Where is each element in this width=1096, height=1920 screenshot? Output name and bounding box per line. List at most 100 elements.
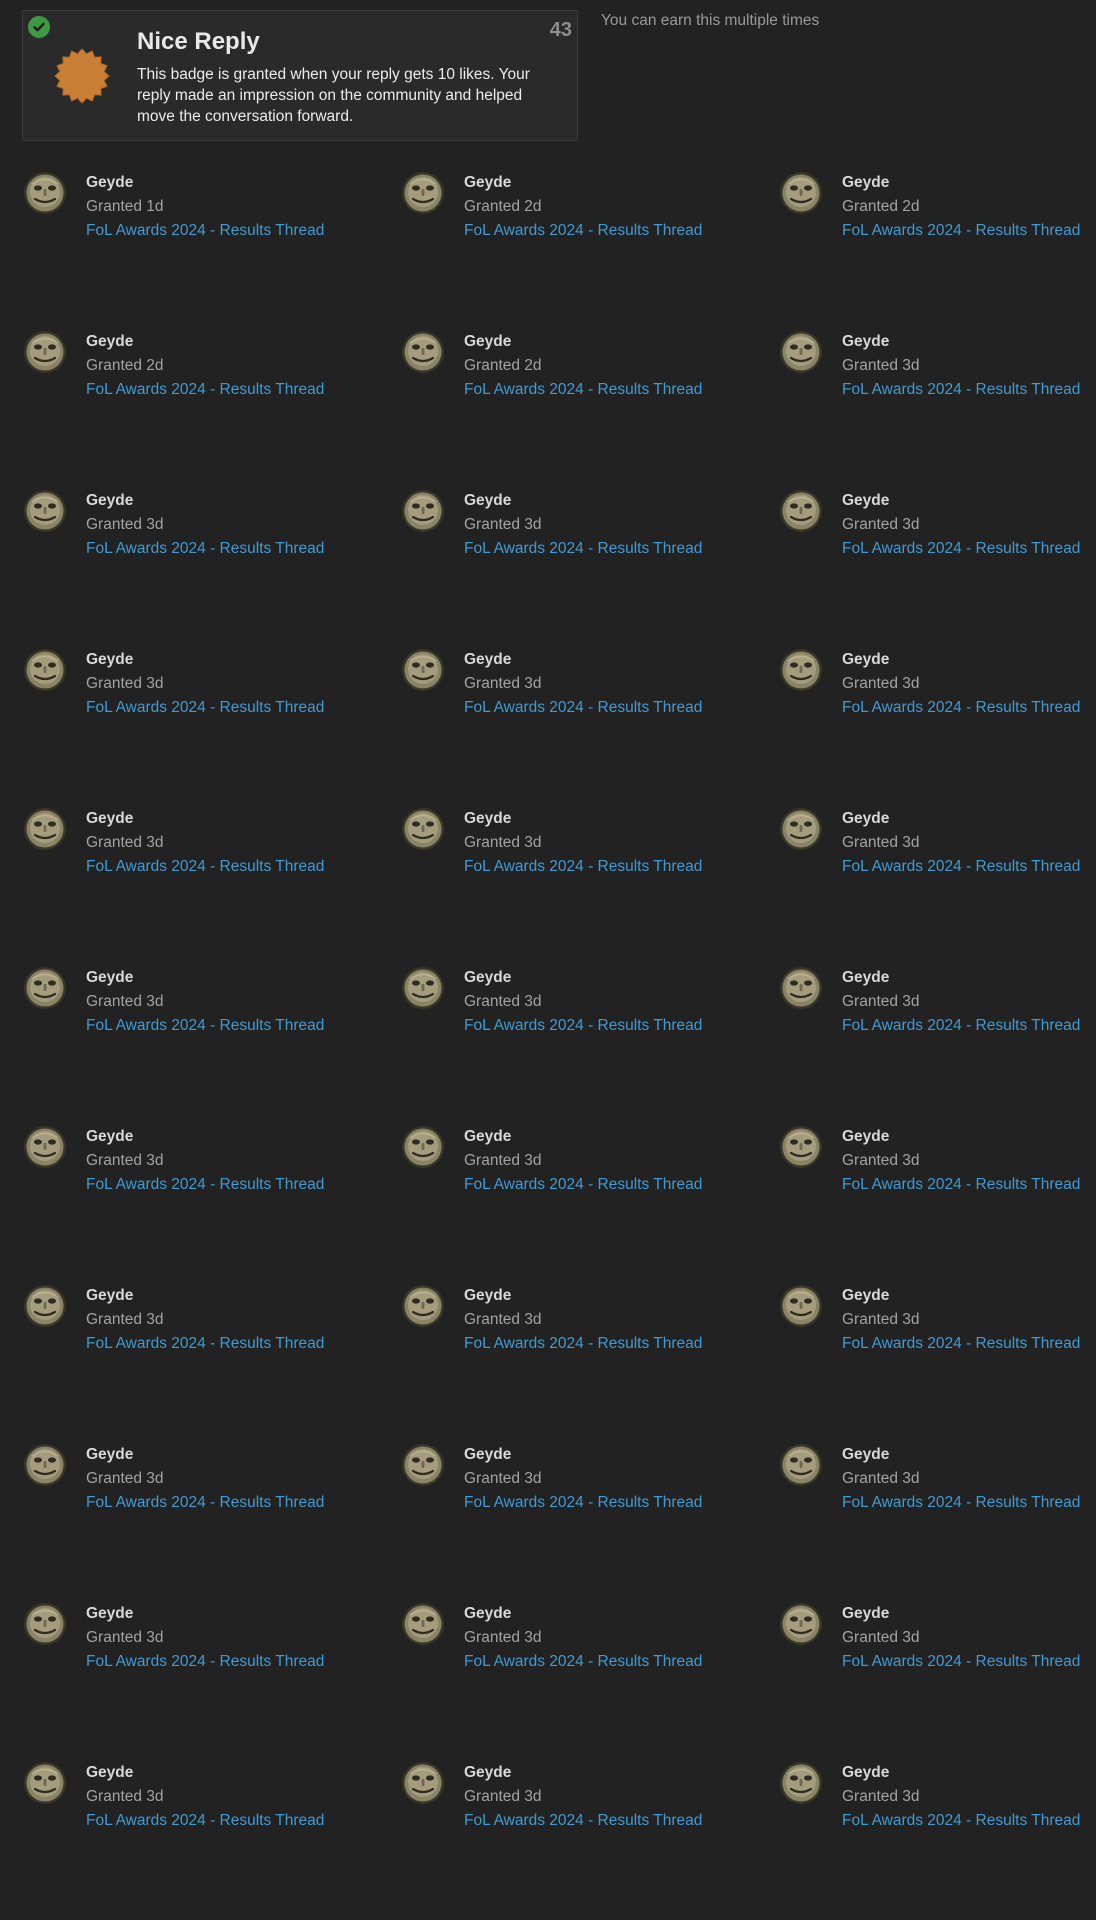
username[interactable]: Geyde [86,966,324,990]
username[interactable]: Geyde [842,1602,1080,1626]
topic-link[interactable]: FoL Awards 2024 - Results Thread [86,1332,324,1356]
avatar[interactable] [24,1126,66,1168]
username[interactable]: Geyde [842,1443,1080,1467]
avatar[interactable] [780,1762,822,1804]
avatar[interactable] [780,1126,822,1168]
username[interactable]: Geyde [842,807,1080,831]
username[interactable]: Geyde [464,171,702,195]
username[interactable]: Geyde [464,807,702,831]
topic-link[interactable]: FoL Awards 2024 - Results Thread [464,1650,702,1674]
topic-link[interactable]: FoL Awards 2024 - Results Thread [464,1809,702,1833]
topic-link[interactable]: FoL Awards 2024 - Results Thread [842,537,1080,561]
avatar[interactable] [24,1762,66,1804]
username[interactable]: Geyde [464,330,702,354]
avatar[interactable] [24,490,66,532]
topic-link[interactable]: FoL Awards 2024 - Results Thread [842,855,1080,879]
username[interactable]: Geyde [842,330,1080,354]
topic-link[interactable]: FoL Awards 2024 - Results Thread [86,696,324,720]
username[interactable]: Geyde [86,807,324,831]
username[interactable]: Geyde [86,1602,324,1626]
topic-link[interactable]: FoL Awards 2024 - Results Thread [86,219,324,243]
avatar[interactable] [780,808,822,850]
username[interactable]: Geyde [464,1761,702,1785]
username[interactable]: Geyde [842,1284,1080,1308]
username[interactable]: Geyde [842,1125,1080,1149]
avatar[interactable] [24,1285,66,1327]
avatar[interactable] [780,490,822,532]
avatar[interactable] [402,649,444,691]
avatar[interactable] [780,1444,822,1486]
username[interactable]: Geyde [86,1443,324,1467]
topic-link[interactable]: FoL Awards 2024 - Results Thread [86,1809,324,1833]
avatar[interactable] [24,1603,66,1645]
avatar[interactable] [780,1603,822,1645]
avatar[interactable] [24,331,66,373]
topic-link[interactable]: FoL Awards 2024 - Results Thread [86,1173,324,1197]
avatar[interactable] [24,1444,66,1486]
topic-link[interactable]: FoL Awards 2024 - Results Thread [464,378,702,402]
username[interactable]: Geyde [464,1443,702,1467]
topic-link[interactable]: FoL Awards 2024 - Results Thread [464,1491,702,1515]
avatar[interactable] [402,490,444,532]
username[interactable]: Geyde [842,171,1080,195]
avatar[interactable] [24,172,66,214]
topic-link[interactable]: FoL Awards 2024 - Results Thread [464,219,702,243]
topic-link[interactable]: FoL Awards 2024 - Results Thread [86,1491,324,1515]
username[interactable]: Geyde [86,1284,324,1308]
avatar[interactable] [402,1285,444,1327]
topic-link[interactable]: FoL Awards 2024 - Results Thread [842,1014,1080,1038]
username[interactable]: Geyde [842,966,1080,990]
topic-link[interactable]: FoL Awards 2024 - Results Thread [842,1809,1080,1833]
topic-link[interactable]: FoL Awards 2024 - Results Thread [86,1014,324,1038]
username[interactable]: Geyde [842,489,1080,513]
avatar[interactable] [402,331,444,373]
username[interactable]: Geyde [842,648,1080,672]
topic-link[interactable]: FoL Awards 2024 - Results Thread [464,696,702,720]
avatar[interactable] [402,967,444,1009]
avatar[interactable] [780,1285,822,1327]
topic-link[interactable]: FoL Awards 2024 - Results Thread [464,1332,702,1356]
topic-link[interactable]: FoL Awards 2024 - Results Thread [842,1173,1080,1197]
username[interactable]: Geyde [464,1125,702,1149]
username[interactable]: Geyde [86,648,324,672]
username[interactable]: Geyde [464,966,702,990]
topic-link[interactable]: FoL Awards 2024 - Results Thread [464,1014,702,1038]
username[interactable]: Geyde [842,1761,1080,1785]
avatar[interactable] [402,1126,444,1168]
avatar[interactable] [780,649,822,691]
username[interactable]: Geyde [86,171,324,195]
username[interactable]: Geyde [86,489,324,513]
topic-link[interactable]: FoL Awards 2024 - Results Thread [842,1650,1080,1674]
username[interactable]: Geyde [86,1125,324,1149]
topic-link[interactable]: FoL Awards 2024 - Results Thread [464,1173,702,1197]
username[interactable]: Geyde [464,1602,702,1626]
topic-link[interactable]: FoL Awards 2024 - Results Thread [86,1650,324,1674]
topic-link[interactable]: FoL Awards 2024 - Results Thread [842,696,1080,720]
topic-link[interactable]: FoL Awards 2024 - Results Thread [842,1332,1080,1356]
badge-title[interactable]: Nice Reply [137,28,260,56]
topic-link[interactable]: FoL Awards 2024 - Results Thread [86,855,324,879]
topic-link[interactable]: FoL Awards 2024 - Results Thread [464,537,702,561]
avatar[interactable] [402,808,444,850]
username[interactable]: Geyde [86,330,324,354]
avatar[interactable] [780,172,822,214]
avatar[interactable] [24,967,66,1009]
avatar[interactable] [780,967,822,1009]
topic-link[interactable]: FoL Awards 2024 - Results Thread [86,378,324,402]
avatar[interactable] [402,1444,444,1486]
topic-link[interactable]: FoL Awards 2024 - Results Thread [86,537,324,561]
avatar[interactable] [402,172,444,214]
avatar[interactable] [780,331,822,373]
avatar[interactable] [402,1762,444,1804]
topic-link[interactable]: FoL Awards 2024 - Results Thread [842,219,1080,243]
avatar[interactable] [24,808,66,850]
topic-link[interactable]: FoL Awards 2024 - Results Thread [464,855,702,879]
username[interactable]: Geyde [464,1284,702,1308]
username[interactable]: Geyde [464,489,702,513]
topic-link[interactable]: FoL Awards 2024 - Results Thread [842,378,1080,402]
username[interactable]: Geyde [464,648,702,672]
avatar[interactable] [24,649,66,691]
username[interactable]: Geyde [86,1761,324,1785]
topic-link[interactable]: FoL Awards 2024 - Results Thread [842,1491,1080,1515]
avatar[interactable] [402,1603,444,1645]
